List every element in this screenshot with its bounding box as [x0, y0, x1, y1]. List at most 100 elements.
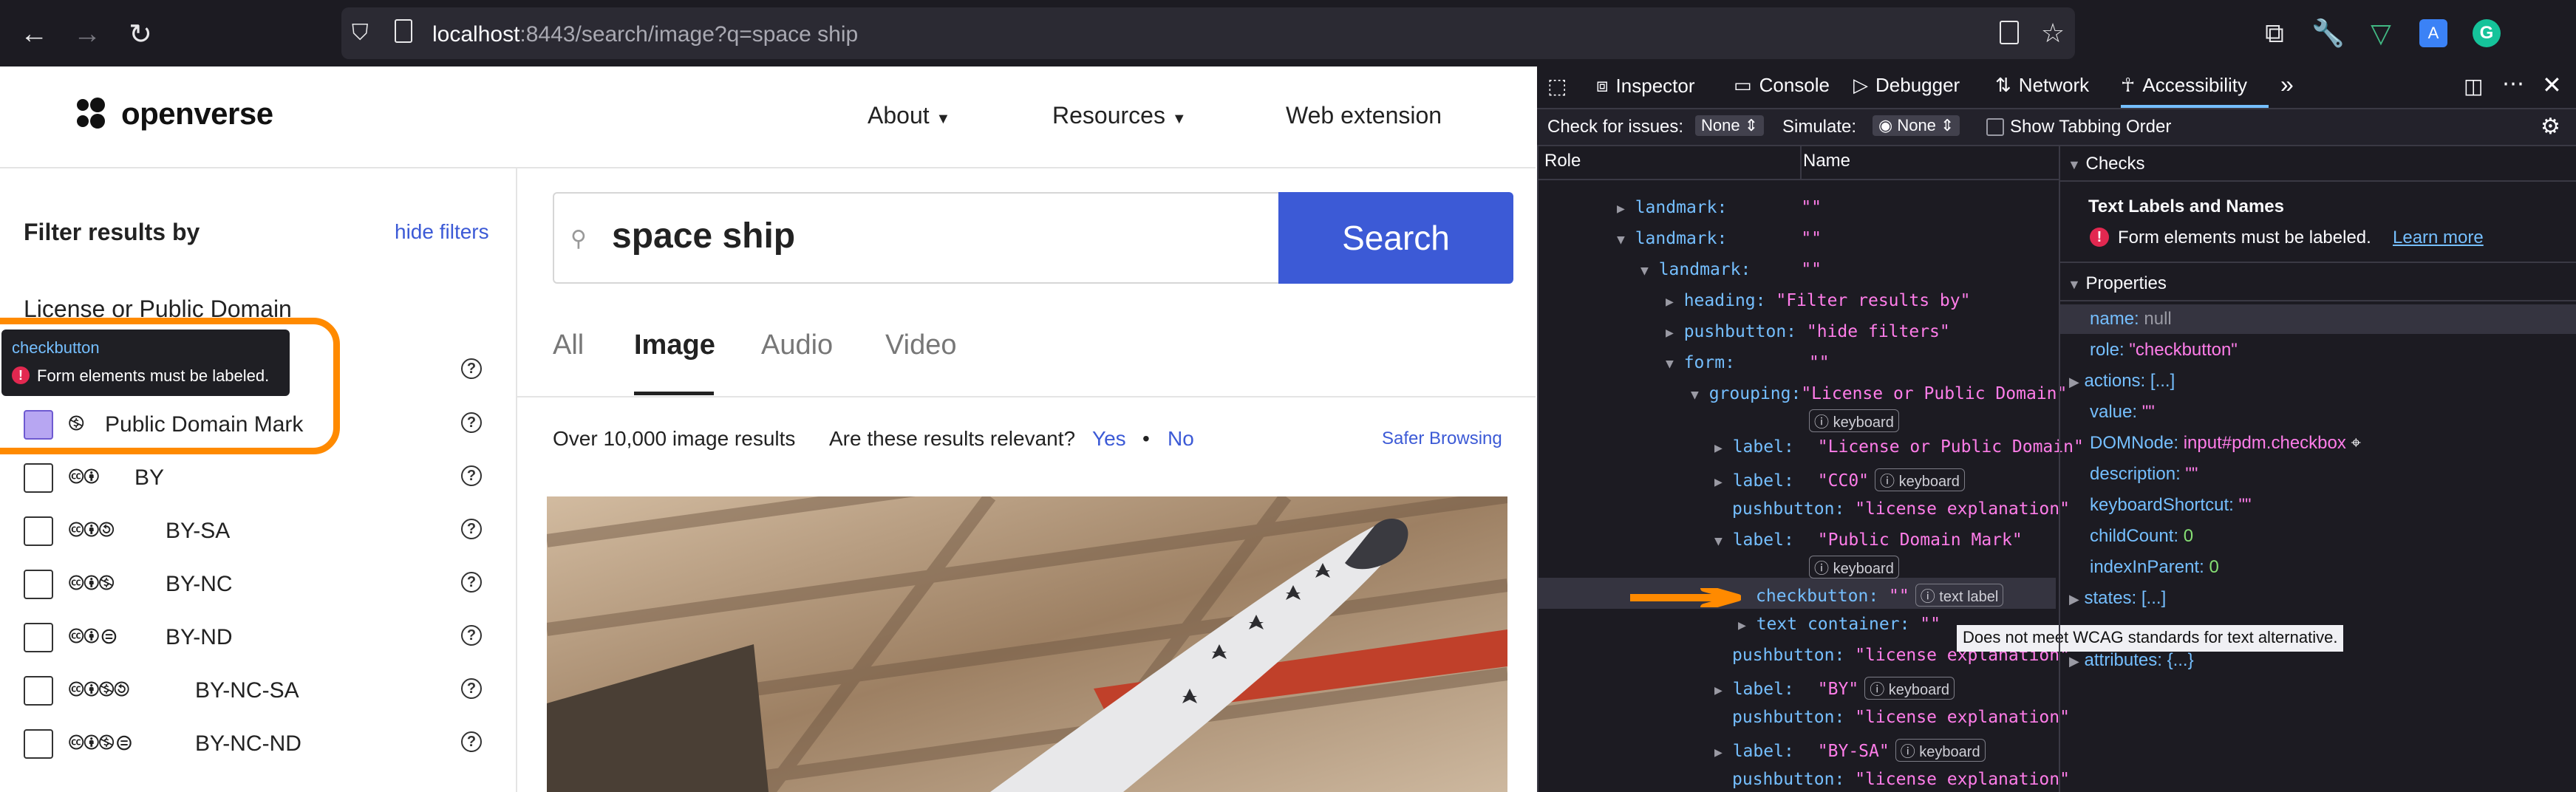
learn-more-link[interactable]: Learn more: [2393, 228, 2484, 248]
tab-inspector[interactable]: ⧈ Inspector: [1596, 74, 1695, 98]
check-issues-select[interactable]: None ⇕: [1695, 115, 1765, 136]
tab-audio[interactable]: Audio: [761, 330, 833, 361]
url-text[interactable]: localhost:8443/search/image?q=space ship: [432, 22, 858, 47]
nav-about-label: About: [868, 102, 930, 129]
tabbing-order-checkbox[interactable]: [1986, 118, 2004, 136]
tree-row[interactable]: ▶ text container: "": [1738, 615, 1940, 634]
nav-resources[interactable]: Resources ▼: [1052, 102, 1187, 129]
back-icon[interactable]: ←: [13, 13, 55, 55]
tree-row-selected[interactable]: checkbutton: "" ⓘ text label: [1756, 584, 2004, 607]
tab-network[interactable]: ⇅ Network: [1995, 74, 2089, 97]
tree-row[interactable]: ▶ label: "BY-SA" ⓘ keyboard: [1714, 739, 1986, 762]
by-nc-sa-checkbox[interactable]: [24, 676, 53, 706]
tree-role: pushbutton:: [1732, 499, 1845, 519]
by-nc-nd-checkbox[interactable]: [24, 729, 53, 759]
vue-icon[interactable]: ▽: [2365, 18, 2397, 49]
tree-role: landmark:: [1635, 198, 1728, 217]
property-row[interactable]: description: "": [2090, 464, 2198, 485]
page-icon: [395, 19, 412, 43]
more-tabs-icon[interactable]: »: [2280, 71, 2294, 98]
close-icon[interactable]: ✕: [2542, 71, 2562, 99]
tree-row[interactable]: ▼ landmark: "": [1617, 229, 1822, 248]
help-icon[interactable]: ?: [461, 731, 482, 752]
tab-accessibility[interactable]: ☥ Accessibility: [2121, 74, 2247, 97]
nav-about[interactable]: About ▼: [868, 102, 950, 129]
tree-row[interactable]: pushbutton: "license explanation": [1732, 499, 2070, 519]
property-row[interactable]: DOMNode: input#pdm.checkbox ⌖: [2090, 433, 2361, 454]
property-row[interactable]: ▶ attributes: {...}: [2069, 650, 2194, 671]
relevant-yes-button[interactable]: Yes: [1092, 427, 1126, 451]
simulate-select[interactable]: ◉ None ⇕: [1873, 115, 1960, 136]
help-icon[interactable]: ?: [461, 572, 482, 593]
target-node-icon[interactable]: ⌖: [2351, 433, 2362, 453]
tab-image[interactable]: Image: [634, 330, 715, 361]
keyboard-badge-label: keyboard: [1919, 744, 1980, 760]
by-sa-label: BY-SA: [166, 519, 231, 543]
tree-row[interactable]: ▶ landmark: "": [1617, 198, 1822, 217]
grammarly-icon[interactable]: G: [2473, 19, 2501, 47]
eye-icon: ◉: [1878, 116, 1893, 134]
tab-video[interactable]: Video: [885, 330, 957, 361]
tab-all[interactable]: All: [553, 330, 584, 361]
property-row[interactable]: childCount: 0: [2090, 526, 2193, 547]
tree-row[interactable]: ▼ landmark: "": [1640, 260, 1822, 279]
openverse-logo[interactable]: openverse: [77, 96, 273, 132]
help-icon[interactable]: ?: [461, 412, 482, 433]
by-nc-checkbox[interactable]: [24, 570, 53, 599]
reader-icon[interactable]: [2000, 21, 2019, 44]
result-image[interactable]: [547, 496, 1507, 792]
help-icon[interactable]: ?: [461, 678, 482, 699]
help-icon[interactable]: ?: [461, 358, 482, 379]
picker-icon[interactable]: ⬚: [1547, 74, 1567, 98]
tab-debugger[interactable]: ▷ Debugger: [1853, 74, 1960, 97]
extensions-icon[interactable]: ⧉: [2258, 18, 2291, 50]
collapse-icon: ▼: [1666, 356, 1674, 372]
tree-row[interactable]: ▶ label: "License or Public Domain": [1714, 437, 2084, 457]
search-query[interactable]: space ship: [612, 216, 795, 256]
safer-browsing-button[interactable]: Safer Browsing: [1382, 429, 1502, 449]
by-sa-checkbox[interactable]: [24, 516, 53, 546]
nav-web-extension[interactable]: Web extension: [1286, 102, 1442, 129]
property-row[interactable]: value: "": [2090, 402, 2155, 423]
tree-row[interactable]: ▶ label: "BY" ⓘ keyboard: [1714, 677, 1955, 700]
sidebar-divider: [516, 167, 517, 792]
property-row[interactable]: name: null: [2090, 309, 2172, 330]
property-row[interactable]: ▶ states: [...]: [2069, 588, 2166, 609]
property-row[interactable]: role: "checkbutton": [2090, 340, 2238, 361]
tree-row[interactable]: ▼ label: "Public Domain Mark": [1714, 530, 2023, 550]
network-icon: ⇅: [1995, 74, 2011, 96]
forward-icon[interactable]: →: [67, 13, 108, 55]
property-row[interactable]: indexInParent: 0: [2090, 557, 2219, 578]
help-icon[interactable]: ?: [461, 519, 482, 539]
settings-gear-icon[interactable]: ⚙: [2541, 114, 2560, 140]
tree-row[interactable]: ▼ grouping:"License or Public Domain": [1691, 384, 2067, 403]
property-row[interactable]: keyboardShortcut: "": [2090, 495, 2252, 516]
tree-row[interactable]: ▼ form: "": [1666, 353, 1830, 372]
keyboard-badge: ⓘ keyboard: [1895, 739, 1986, 762]
menu-icon[interactable]: ⋯: [2502, 71, 2524, 97]
tree-row[interactable]: ▶ heading: "Filter results by": [1666, 291, 1970, 310]
translate-icon[interactable]: A: [2419, 19, 2447, 47]
hide-filters-button[interactable]: hide filters: [395, 220, 489, 244]
tree-row[interactable]: pushbutton: "license explanation": [1732, 770, 2070, 789]
tree-row[interactable]: ▶ label: "CC0" ⓘ keyboard: [1714, 468, 1965, 491]
shield-icon[interactable]: ⛉: [352, 21, 369, 46]
dock-icon[interactable]: ◫: [2464, 74, 2483, 98]
tree-row[interactable]: ▶ pushbutton: "hide filters": [1666, 322, 1950, 341]
tools-icon[interactable]: 🔧: [2311, 18, 2345, 49]
tree-name: "": [1889, 587, 1909, 606]
reload-icon[interactable]: ↻: [120, 13, 161, 55]
relevant-no-button[interactable]: No: [1168, 427, 1194, 451]
by-checkbox[interactable]: [24, 463, 53, 493]
tree-row[interactable]: pushbutton: "license explanation": [1732, 708, 2070, 727]
help-icon[interactable]: ?: [461, 465, 482, 486]
search-button[interactable]: Search: [1278, 192, 1513, 284]
by-nd-checkbox[interactable]: [24, 623, 53, 652]
help-icon[interactable]: ?: [461, 625, 482, 646]
checks-section-header[interactable]: ▼ Checks: [2068, 154, 2145, 174]
property-row[interactable]: ▶ actions: [...]: [2069, 371, 2175, 392]
star-icon[interactable]: ☆: [2037, 18, 2069, 49]
tab-console[interactable]: ▭ Console: [1734, 74, 1830, 97]
tree-name: "hide filters": [1806, 322, 1950, 341]
properties-section-header[interactable]: ▼ Properties: [2068, 273, 2167, 294]
